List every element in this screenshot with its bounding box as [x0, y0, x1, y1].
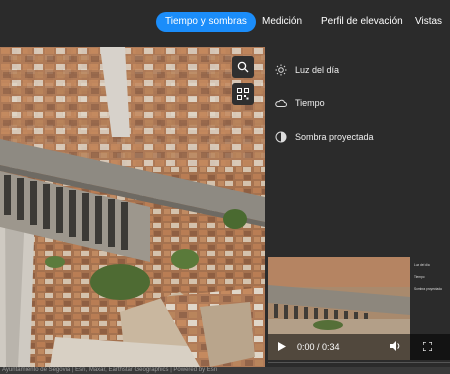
play-button[interactable]	[278, 341, 288, 353]
play-icon	[278, 341, 286, 351]
mini-panel-item: Luz del día	[414, 263, 430, 267]
video-mini-panel: Luz del día Tiempo Sombra proyectada	[410, 257, 450, 334]
panel-item-label: Tiempo	[295, 98, 325, 108]
shadow-icon	[275, 131, 287, 143]
panel-item-daylight[interactable]: Luz del día	[275, 62, 339, 78]
qr-code-icon	[237, 88, 249, 100]
video-controls: 0:00 / 0:34	[268, 334, 450, 360]
fullscreen-button[interactable]	[421, 340, 433, 353]
tab-medicion[interactable]: Medición	[262, 12, 302, 32]
qr-code-button[interactable]	[232, 83, 254, 105]
search-button[interactable]	[232, 56, 254, 78]
panel-item-shadow-cast[interactable]: Sombra proyectada	[275, 129, 374, 145]
tab-tiempo-y-sombras[interactable]: Tiempo y sombras	[156, 12, 256, 32]
time-and-shadows-panel: Luz del día Tiempo Sombra proyectada	[265, 47, 450, 257]
aerial-city-image	[0, 47, 265, 367]
search-icon	[237, 61, 249, 73]
tab-vistas[interactable]: Vistas	[415, 12, 442, 32]
volume-icon	[389, 341, 399, 351]
attribution-bar: Ayuntamiento de Segovia | Esri, Maxar, E…	[0, 367, 450, 374]
panel-item-weather[interactable]: Tiempo	[275, 95, 325, 111]
volume-button[interactable]	[389, 341, 401, 353]
cloud-icon	[275, 99, 287, 107]
tutorial-video[interactable]: Luz del día Tiempo Sombra proyectada 0:0…	[268, 257, 450, 360]
video-progress-track[interactable]	[268, 362, 450, 363]
sun-icon	[275, 64, 287, 76]
mini-panel-item: Sombra proyectada	[414, 287, 442, 291]
mini-panel-item: Tiempo	[414, 275, 425, 279]
tab-perfil-de-elevacion[interactable]: Perfil de elevación	[321, 12, 403, 32]
panel-item-label: Sombra proyectada	[295, 132, 374, 142]
top-navigation-bar: Tiempo y sombras Medición Perfil de elev…	[0, 0, 450, 47]
video-time: 0:00 / 0:34	[297, 342, 340, 352]
fullscreen-icon	[421, 340, 433, 352]
scene-view[interactable]	[0, 47, 265, 367]
panel-item-label: Luz del día	[295, 65, 340, 75]
attribution-text: Ayuntamiento de Segovia | Esri, Maxar, E…	[2, 367, 218, 373]
